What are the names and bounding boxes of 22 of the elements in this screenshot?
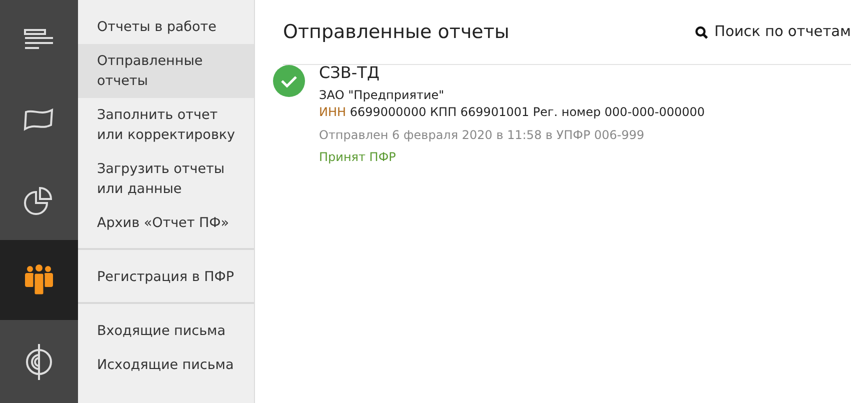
report-details: ИНН 6699000000 КПП 669901001 Рег. номер 000-000-000000 (319, 104, 705, 121)
pie-chart-icon (23, 184, 55, 216)
company-name: ЗАО "Предприятие" (319, 87, 446, 104)
menu-item[interactable]: Регистрация в ПФР (78, 260, 254, 294)
menu-item[interactable]: Архив «Отчет ПФ» (78, 206, 254, 240)
sidebar-button[interactable] (0, 240, 78, 320)
flag-icon (23, 108, 55, 132)
page-title: Отправленные отчеты (283, 21, 510, 43)
menu-item[interactable]: Отправленные отчеты (78, 44, 254, 98)
people-icon (24, 264, 54, 296)
menu-item[interactable]: Входящие письма (78, 314, 254, 348)
menu-item[interactable]: Загрузить отчеты или данные (78, 152, 254, 206)
report-status: Принят ПФР (319, 150, 397, 164)
report-name: СЗВ-ТД (319, 63, 380, 82)
target-icon (24, 342, 54, 380)
menu-item[interactable]: Исходящие письма (78, 348, 254, 382)
menu-item[interactable]: Заполнить отчет или корректировку (78, 98, 254, 152)
search-icon (695, 26, 708, 38)
sent-info: Отправлен 6 февраля 2020 в 11:58 в УПФР 006-999 (319, 128, 646, 142)
menu-item[interactable]: Отчеты в работе (78, 10, 254, 44)
search-link[interactable]: Поиск по отчетам (695, 24, 851, 40)
document-icon (24, 29, 54, 51)
